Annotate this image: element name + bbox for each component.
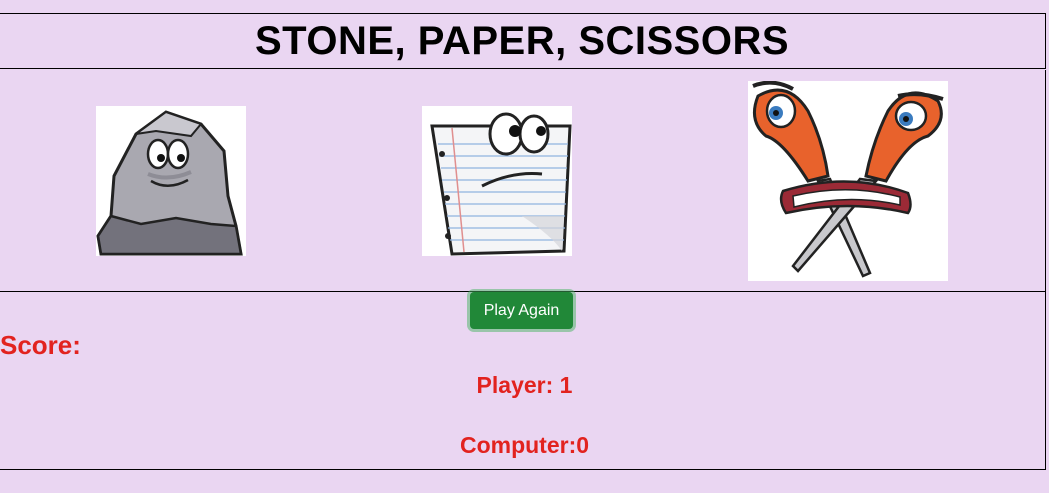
player-score: Player: 1: [476, 372, 573, 398]
computer-score: Computer:0: [459, 432, 590, 458]
scissors-icon: [752, 81, 944, 278]
title-bar: STONE, PAPER, SCISSORS: [0, 13, 1046, 69]
choices-panel: [0, 70, 1046, 292]
stone-choice[interactable]: [96, 106, 246, 256]
paper-choice[interactable]: [422, 106, 572, 256]
play-again-button[interactable]: Play Again: [470, 292, 573, 329]
score-label: Score:: [0, 330, 81, 360]
game-title: STONE, PAPER, SCISSORS: [254, 18, 790, 63]
scissors-choice[interactable]: [748, 81, 948, 281]
stone-icon: [96, 110, 243, 256]
paper-icon: [430, 112, 572, 256]
